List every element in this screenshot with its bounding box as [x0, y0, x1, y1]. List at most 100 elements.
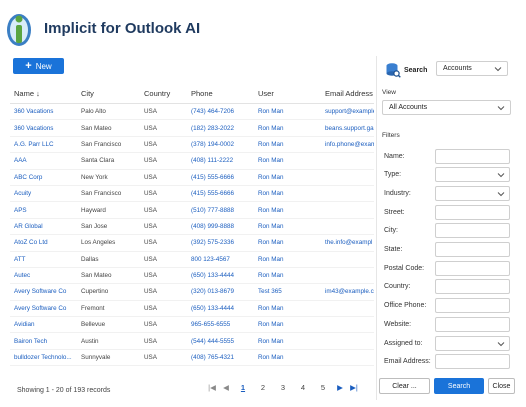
- cell-user[interactable]: Ron Man: [254, 239, 321, 246]
- table-row[interactable]: AR Global San Jose USA (408) 999-8888 Ron Ma…: [10, 219, 374, 236]
- table-row[interactable]: Avery Software Co Fremont USA (650) 133-444…: [10, 301, 374, 318]
- cell-user[interactable]: Ron Man: [254, 272, 321, 279]
- cell-name[interactable]: Avery Software Co: [10, 288, 77, 295]
- cell-user[interactable]: Test 365: [254, 288, 321, 295]
- page-link-2[interactable]: 2: [253, 383, 273, 392]
- cell-user[interactable]: Ron Man: [254, 174, 321, 181]
- cell-phone[interactable]: 800 123-4567: [187, 256, 254, 263]
- search-entity-select[interactable]: Accounts: [436, 61, 508, 76]
- table-row[interactable]: A.G. Parr LLC San Francisco USA (378) 194-0…: [10, 137, 374, 154]
- cell-phone[interactable]: (743) 464-7206: [187, 108, 254, 115]
- cell-email[interactable]: beans.support.ga: [321, 125, 374, 132]
- page-link-4[interactable]: 4: [293, 383, 313, 392]
- cell-phone[interactable]: (650) 133-4444: [187, 305, 254, 312]
- first-page-icon[interactable]: |◀: [205, 383, 219, 392]
- cell-phone[interactable]: (544) 444-5555: [187, 338, 254, 345]
- cell-user[interactable]: Ron Man: [254, 354, 321, 361]
- cell-phone[interactable]: (408) 111-2222: [187, 157, 254, 164]
- table-row[interactable]: Acuity San Francisco USA (415) 555-6666 Ron …: [10, 186, 374, 203]
- table-row[interactable]: APS Hayward USA (510) 777-8888 Ron Man: [10, 202, 374, 219]
- search-button[interactable]: Search: [434, 378, 484, 394]
- cell-phone[interactable]: (392) 575-2336: [187, 239, 254, 246]
- cell-user[interactable]: Ron Man: [254, 321, 321, 328]
- cell-name[interactable]: bulldozer Technolo...: [10, 354, 77, 361]
- table-row[interactable]: ATT Dallas USA 800 123-4567 Ron Man: [10, 252, 374, 268]
- table-row[interactable]: Avery Software Co Cupertino USA (320) 013-8…: [10, 284, 374, 301]
- table-row[interactable]: AAA Santa Clara USA (408) 111-2222 Ron Man: [10, 153, 374, 170]
- cell-phone[interactable]: (510) 777-8888: [187, 207, 254, 214]
- table-row[interactable]: Autec San Mateo USA (650) 133-4444 Ron Man: [10, 268, 374, 285]
- cell-name[interactable]: 360 Vacations: [10, 125, 77, 132]
- next-page-icon[interactable]: ▶: [333, 383, 347, 392]
- cell-name[interactable]: Autec: [10, 272, 77, 279]
- cell-phone[interactable]: (415) 555-6666: [187, 174, 254, 181]
- view-select[interactable]: All Accounts: [382, 100, 511, 115]
- table-row[interactable]: 360 Vacations San Mateo USA (182) 283-2022 R…: [10, 120, 374, 137]
- cell-email[interactable]: info.phone@exam: [321, 141, 374, 148]
- filter-select[interactable]: [435, 167, 510, 183]
- filter-input[interactable]: [435, 298, 510, 314]
- cell-name[interactable]: Bairon Tech: [10, 338, 77, 345]
- cell-user[interactable]: Ron Man: [254, 157, 321, 164]
- cell-name[interactable]: Avery Software Co: [10, 305, 77, 312]
- cell-name[interactable]: Avidian: [10, 321, 77, 328]
- column-header-name[interactable]: Name ↓: [10, 89, 77, 98]
- cell-name[interactable]: APS: [10, 207, 77, 214]
- cell-user[interactable]: Ron Man: [254, 338, 321, 345]
- cell-user[interactable]: Ron Man: [254, 125, 321, 132]
- cell-user[interactable]: Ron Man: [254, 207, 321, 214]
- cell-email[interactable]: the.info@exampl: [321, 239, 374, 246]
- cell-phone[interactable]: (408) 765-4321: [187, 354, 254, 361]
- cell-name[interactable]: ABC Corp: [10, 174, 77, 181]
- table-row[interactable]: 360 Vacations Palo Alto USA (743) 464-7206 R…: [10, 104, 374, 121]
- column-header-email[interactable]: Email Address: [321, 89, 374, 98]
- cell-phone[interactable]: (408) 999-8888: [187, 223, 254, 230]
- filter-input[interactable]: [435, 354, 510, 370]
- cell-user[interactable]: Ron Man: [254, 223, 321, 230]
- cell-phone[interactable]: (650) 133-4444: [187, 272, 254, 279]
- clear-button[interactable]: Clear ...: [379, 378, 430, 394]
- column-header-city[interactable]: City: [77, 89, 140, 98]
- table-row[interactable]: Bairon Tech Austin USA (544) 444-5555 Ron Ma…: [10, 333, 374, 350]
- table-row[interactable]: ABC Corp New York USA (415) 555-6666 Ron Man: [10, 170, 374, 186]
- cell-name[interactable]: AAA: [10, 157, 77, 164]
- table-row[interactable]: AtoZ Co Ltd Los Angeles USA (392) 575-2336 R…: [10, 235, 374, 252]
- cell-name[interactable]: Acuity: [10, 190, 77, 197]
- column-header-phone[interactable]: Phone: [187, 89, 254, 98]
- cell-phone[interactable]: (182) 283-2022: [187, 125, 254, 132]
- cell-user[interactable]: Ron Man: [254, 256, 321, 263]
- filter-input[interactable]: [435, 223, 510, 239]
- cell-user[interactable]: Ron Man: [254, 305, 321, 312]
- new-button[interactable]: + New: [13, 58, 64, 74]
- page-link-3[interactable]: 3: [273, 383, 293, 392]
- cell-email[interactable]: im43@example.co: [321, 288, 374, 295]
- cell-phone[interactable]: (378) 194-0002: [187, 141, 254, 148]
- filter-input[interactable]: [435, 316, 510, 332]
- filter-input[interactable]: [435, 148, 510, 164]
- page-link-5[interactable]: 5: [313, 383, 333, 392]
- table-row[interactable]: bulldozer Technolo... Sunnyvale USA (408) 7…: [10, 350, 374, 367]
- cell-name[interactable]: ATT: [10, 256, 77, 263]
- column-header-country[interactable]: Country: [140, 89, 187, 98]
- filter-input[interactable]: [435, 260, 510, 276]
- cell-name[interactable]: A.G. Parr LLC: [10, 141, 77, 148]
- filter-select[interactable]: [435, 335, 510, 351]
- cell-user[interactable]: Ron Man: [254, 141, 321, 148]
- filter-input[interactable]: [435, 242, 510, 257]
- cell-email[interactable]: support@example: [321, 108, 374, 115]
- page-link-1[interactable]: 1: [233, 383, 253, 392]
- cell-user[interactable]: Ron Man: [254, 108, 321, 115]
- prev-page-icon[interactable]: ◀: [219, 383, 233, 392]
- last-page-icon[interactable]: ▶|: [347, 383, 361, 392]
- filter-input[interactable]: [435, 204, 510, 220]
- cell-name[interactable]: AtoZ Co Ltd: [10, 239, 77, 246]
- cell-phone[interactable]: 965-655-6555: [187, 321, 254, 328]
- filter-select[interactable]: [435, 185, 510, 201]
- cell-phone[interactable]: (415) 555-6666: [187, 190, 254, 197]
- cell-phone[interactable]: (320) 013-8679: [187, 288, 254, 295]
- filter-input[interactable]: [435, 279, 510, 295]
- cell-name[interactable]: AR Global: [10, 223, 77, 230]
- table-row[interactable]: Avidian Bellevue USA 965-655-6555 Ron Man: [10, 317, 374, 334]
- column-header-user[interactable]: User: [254, 89, 321, 98]
- cell-user[interactable]: Ron Man: [254, 190, 321, 197]
